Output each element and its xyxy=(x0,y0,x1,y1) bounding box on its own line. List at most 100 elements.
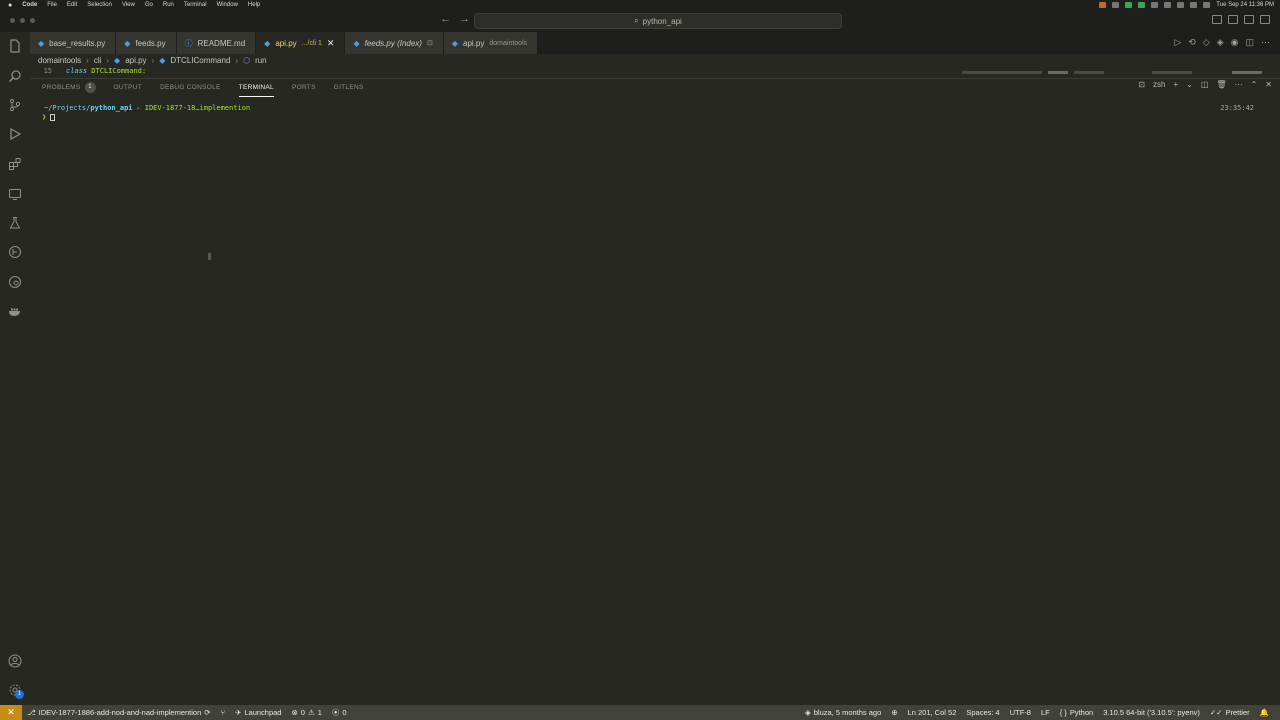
close-panel-icon[interactable]: ✕ xyxy=(1265,80,1272,89)
testing-icon[interactable] xyxy=(7,215,23,231)
breadcrumb-file[interactable]: api.py xyxy=(125,56,146,65)
gitlens-inspect-icon[interactable] xyxy=(7,274,23,290)
wifi-icon[interactable] xyxy=(1177,2,1185,8)
breadcrumb-folder-cli[interactable]: cli xyxy=(94,56,102,65)
previous-change-icon[interactable]: ◇ xyxy=(1203,37,1210,48)
shell-name[interactable]: zsh xyxy=(1153,80,1165,89)
menu-run[interactable]: Run xyxy=(163,2,174,8)
account-icon[interactable] xyxy=(7,653,23,669)
tab-problems[interactable]: PROBLEMS 1 xyxy=(42,79,96,97)
minimap[interactable] xyxy=(952,68,1272,76)
status-icon[interactable] xyxy=(1151,2,1159,8)
kill-terminal-trash-icon[interactable]: 🗑 xyxy=(1216,80,1226,89)
info-icon: ⓘ xyxy=(184,38,193,48)
run-python-file-icon[interactable]: ▷ xyxy=(1174,37,1181,48)
menu-selection[interactable]: Selection xyxy=(87,2,112,8)
apple-icon[interactable]: ● xyxy=(8,2,12,9)
status-icon[interactable] xyxy=(1099,2,1107,8)
remote-explorer-icon[interactable] xyxy=(7,186,23,202)
sync-icon[interactable]: ⟳ xyxy=(204,708,210,717)
sticky-scroll-line[interactable]: 15 class DTCLICommand: xyxy=(38,67,147,77)
open-changes-icon[interactable]: ⟲ xyxy=(1188,37,1196,48)
tab-gitlens[interactable]: GITLENS xyxy=(334,79,364,97)
search-icon[interactable] xyxy=(1190,2,1198,8)
menu-view[interactable]: View xyxy=(122,2,135,8)
minimize-window-button[interactable] xyxy=(20,18,25,23)
tab-output[interactable]: OUTPUT xyxy=(114,79,143,97)
customize-layout-icon[interactable] xyxy=(1260,15,1270,24)
remote-indicator-icon[interactable]: ✕ xyxy=(0,705,22,720)
tab-terminal[interactable]: TERMINAL xyxy=(238,79,274,97)
chevron-down-icon[interactable]: ⌄ xyxy=(1186,80,1193,89)
cursor-position[interactable]: Ln 201, Col 52 xyxy=(903,708,962,717)
zoom-window-button[interactable] xyxy=(30,18,35,23)
breadcrumb-class[interactable]: DTCLICommand xyxy=(170,56,230,65)
tab-api-domaintools[interactable]: ◆ api.py domaintools xyxy=(443,32,539,54)
tab-feeds-index[interactable]: ◆ feeds.py (Index) ⊡ xyxy=(345,32,444,54)
menu-file[interactable]: File xyxy=(47,2,57,8)
terminal-scrollbar-thumb[interactable] xyxy=(208,253,211,260)
launchpad-item[interactable]: ✈ Launchpad xyxy=(230,708,286,717)
status-icon[interactable] xyxy=(1125,2,1133,8)
breadcrumb-folder-domaintools[interactable]: domaintools xyxy=(38,56,81,65)
menu-edit[interactable]: Edit xyxy=(67,2,77,8)
tab-feeds[interactable]: ◆ feeds.py xyxy=(116,32,177,54)
forward-arrow-icon[interactable]: → xyxy=(459,13,470,25)
gitlens-blame-icon[interactable]: ◉ xyxy=(1231,37,1239,48)
indentation[interactable]: Spaces: 4 xyxy=(961,708,1004,717)
menu-app-name[interactable]: Code xyxy=(22,2,37,8)
tab-base-results[interactable]: ◆ base_results.py xyxy=(30,32,117,54)
menu-go[interactable]: Go xyxy=(145,2,153,8)
terminal-view[interactable]: ~/Projects/python_api ▸ IDEV-1877-18…imp… xyxy=(30,97,1280,705)
menu-help[interactable]: Help xyxy=(248,2,260,8)
toggle-secondary-sidebar-icon[interactable] xyxy=(1244,15,1254,24)
terminal-input-line[interactable]: ❯ xyxy=(42,113,56,121)
prettier-item[interactable]: ✓✓ Prettier xyxy=(1205,708,1255,717)
breadcrumb-method[interactable]: run xyxy=(255,56,267,65)
tab-readme[interactable]: ⓘ README.md xyxy=(176,32,257,54)
status-icon[interactable] xyxy=(1138,2,1146,8)
zoom-item[interactable]: ⊕ xyxy=(886,708,902,717)
source-control-icon[interactable] xyxy=(7,97,23,113)
git-graph-item[interactable]: ⑂ xyxy=(216,708,231,717)
files-icon[interactable] xyxy=(7,38,23,54)
more-actions-icon[interactable]: ⋯ xyxy=(1235,80,1243,89)
split-terminal-icon[interactable]: ◫ xyxy=(1201,80,1209,89)
menubar-clock[interactable]: Tue Sep 24 11:36 PM xyxy=(1216,2,1274,8)
problems-item[interactable]: ⊗ 0 ⚠ 1 xyxy=(286,708,326,717)
git-branch-item[interactable]: ⎇ IDEV-1877-1886-add-nod-and-nad-impleme… xyxy=(22,708,216,717)
control-center-icon[interactable] xyxy=(1203,2,1211,8)
toggle-sidebar-icon[interactable] xyxy=(1212,15,1222,24)
next-change-icon[interactable]: ◈ xyxy=(1217,37,1224,48)
more-actions-icon[interactable]: ⋯ xyxy=(1261,37,1270,48)
close-window-button[interactable] xyxy=(10,18,15,23)
git-graph-icon: ⑂ xyxy=(220,708,226,717)
run-debug-icon[interactable] xyxy=(7,126,23,142)
git-blame-item[interactable]: ◈ bluza, 5 months ago xyxy=(800,708,886,717)
encoding[interactable]: UTF-8 xyxy=(1005,708,1036,717)
language-mode-item[interactable]: { } Python xyxy=(1055,708,1098,717)
menu-terminal[interactable]: Terminal xyxy=(184,2,207,8)
python-interpreter[interactable]: 3.10.5 64-bit ('3.10.5': pyenv) xyxy=(1098,708,1205,717)
error-count: 0 xyxy=(300,708,305,717)
gitlens-icon[interactable] xyxy=(7,244,23,260)
split-editor-icon[interactable]: ◫ xyxy=(1245,37,1254,48)
tab-debug-console[interactable]: DEBUG CONSOLE xyxy=(160,79,221,97)
status-icon[interactable] xyxy=(1164,2,1172,8)
extensions-icon[interactable] xyxy=(7,156,23,172)
tab-ports[interactable]: PORTS xyxy=(292,79,316,97)
docker-icon[interactable] xyxy=(7,303,23,319)
close-icon[interactable]: ✕ xyxy=(327,38,335,49)
new-terminal-plus-icon[interactable]: + xyxy=(1174,80,1179,89)
maximize-panel-icon[interactable]: ⌃ xyxy=(1251,80,1258,89)
back-arrow-icon[interactable]: ← xyxy=(440,13,451,25)
tab-api-cli[interactable]: ◆ api.py .../cli 1 ✕ xyxy=(256,32,346,54)
menu-window[interactable]: Window xyxy=(217,2,238,8)
toggle-panel-icon[interactable] xyxy=(1228,15,1238,24)
status-icon[interactable] xyxy=(1112,2,1120,8)
end-of-line[interactable]: LF xyxy=(1036,708,1055,717)
search-icon[interactable] xyxy=(7,68,23,84)
notifications-bell-icon[interactable]: 🔔 xyxy=(1255,708,1274,717)
ports-item[interactable]: ⦿ 0 xyxy=(327,707,352,718)
command-center-search[interactable]: ⌕ python_api xyxy=(474,13,842,29)
